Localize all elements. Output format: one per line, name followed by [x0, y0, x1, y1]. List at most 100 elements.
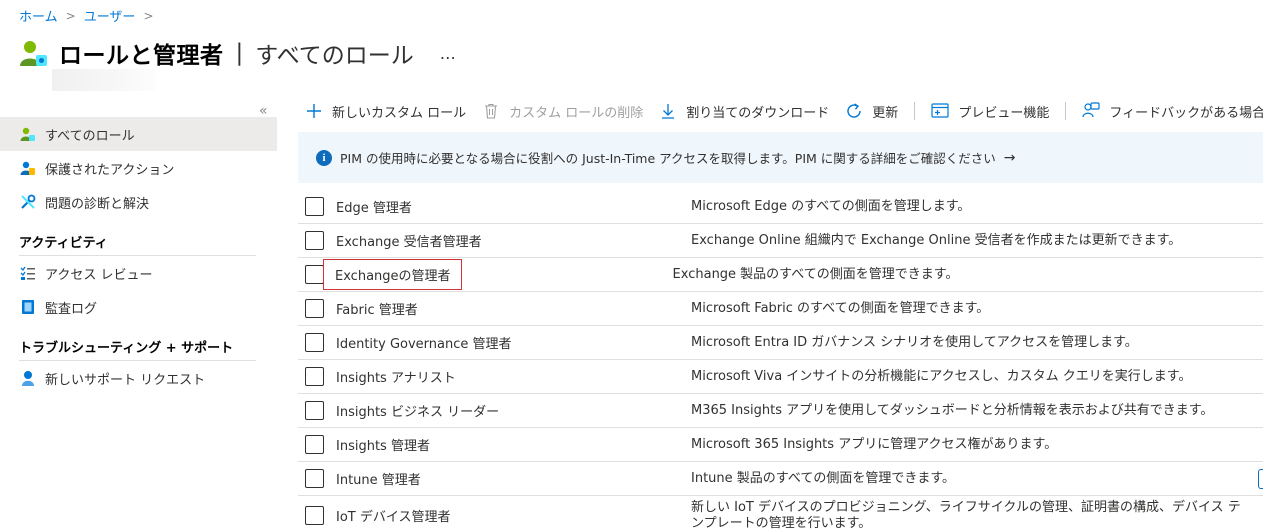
row-checkbox[interactable]	[305, 197, 324, 216]
download-icon	[659, 102, 677, 120]
role-name[interactable]: Intune 管理者	[336, 469, 691, 488]
breadcrumb-users[interactable]: ユーザー	[84, 6, 136, 25]
role-name[interactable]: Fabric 管理者	[336, 299, 691, 318]
download-assignments-button[interactable]: 割り当てのダウンロード	[659, 102, 829, 121]
command-bar: 新しいカスタム ロール カスタム ロールの削除 割り当てのダウンロード 更新 プ…	[305, 99, 1263, 123]
refresh-label: 更新	[872, 105, 899, 121]
table-row[interactable]: Insights ビジネス リーダー M365 Insights アプリを使用し…	[298, 394, 1263, 428]
roles-icon	[19, 125, 37, 143]
table-row[interactable]: IoT デバイス管理者 新しい IoT デバイスのプロビジョニング、ライフサイク…	[298, 496, 1263, 531]
sidebar-section-activity: アクティビティ	[19, 236, 108, 251]
role-name-highlighted[interactable]: Exchangeの管理者	[323, 259, 462, 290]
row-checkbox[interactable]	[305, 506, 324, 525]
sidebar-item-protected-actions[interactable]: 保護されたアクション	[0, 151, 277, 185]
table-row[interactable]: Exchangeの管理者 Exchange 製品のすべての側面を管理できます。	[298, 258, 1263, 292]
row-checkbox[interactable]	[305, 265, 324, 284]
row-checkbox[interactable]	[305, 469, 324, 488]
feedback-button[interactable]: フィードバックがある場合	[1082, 102, 1263, 121]
info-icon: i	[316, 149, 332, 166]
toolbar-divider	[914, 102, 916, 120]
row-checkbox[interactable]	[305, 401, 324, 420]
role-name[interactable]: Insights ビジネス リーダー	[336, 401, 691, 420]
protected-actions-icon	[19, 159, 37, 177]
trash-icon	[482, 102, 500, 120]
role-name[interactable]: Insights 管理者	[336, 435, 691, 454]
role-description: Microsoft Edge のすべての側面を管理します。	[691, 198, 971, 214]
table-row[interactable]: Insights アナリスト Microsoft Viva インサイトの分析機能…	[298, 360, 1263, 394]
breadcrumb: ホーム > ユーザー >	[19, 6, 162, 26]
role-description: Intune 製品のすべての側面を管理できます。	[691, 470, 956, 486]
preview-features-button[interactable]: プレビュー機能	[931, 102, 1049, 121]
sidebar-item-label: 監査ログ	[45, 301, 98, 317]
sidebar-item-label: 保護されたアクション	[45, 162, 175, 178]
support-icon	[19, 369, 37, 387]
chevron-right-icon: >	[143, 8, 154, 23]
delete-custom-role-label: カスタム ロールの削除	[509, 105, 644, 121]
breadcrumb-home[interactable]: ホーム	[19, 6, 58, 25]
refresh-button[interactable]: 更新	[845, 102, 898, 121]
page-header: ロールと管理者 | すべてのロール …	[19, 36, 457, 70]
sidebar-item-label: アクセス レビュー	[45, 267, 153, 283]
plus-icon	[305, 102, 323, 120]
pim-info-text: PIM の使用時に必要となる場合に役割への Just-In-Time アクセスを…	[340, 151, 996, 166]
access-review-icon	[19, 264, 37, 282]
role-name[interactable]: IoT デバイス管理者	[336, 506, 691, 525]
feedback-label: フィードバックがある場合	[1109, 105, 1263, 121]
role-description: Exchange Online 組織内で Exchange Online 受信者…	[691, 232, 1182, 248]
sidebar-item-access-review[interactable]: アクセス レビュー	[0, 256, 277, 290]
wrench-icon	[19, 193, 37, 211]
preview-features-icon	[931, 102, 949, 120]
tenant-name-redacted	[52, 69, 156, 91]
refresh-icon	[845, 102, 863, 120]
role-name[interactable]: Edge 管理者	[336, 197, 691, 216]
sidebar: すべてのロール 保護されたアクション 問題の診断と解決 アクティビティ アクセス…	[0, 117, 277, 395]
feedback-icon	[1082, 102, 1100, 120]
sidebar-item-label: 問題の診断と解決	[45, 196, 150, 212]
table-row[interactable]: Insights 管理者 Microsoft 365 Insights アプリに…	[298, 428, 1263, 462]
role-name[interactable]: Insights アナリスト	[336, 367, 691, 386]
row-checkbox[interactable]	[305, 333, 324, 352]
row-checkbox[interactable]	[305, 367, 324, 386]
role-name[interactable]: Exchange 受信者管理者	[336, 231, 691, 250]
table-row[interactable]: Fabric 管理者 Microsoft Fabric のすべての側面を管理でき…	[298, 292, 1263, 326]
arrow-right-icon[interactable]: →	[1004, 150, 1016, 166]
sidebar-item-diagnose[interactable]: 問題の診断と解決	[0, 185, 277, 219]
row-checkbox[interactable]	[305, 299, 324, 318]
users-roles-icon	[20, 41, 47, 66]
new-custom-role-label: 新しいカスタム ロール	[332, 105, 467, 121]
page-title: ロールと管理者	[59, 43, 224, 69]
sidebar-section-troubleshooting: トラブルシューティング + サポート	[19, 341, 234, 356]
toolbar-divider	[1065, 102, 1067, 120]
new-custom-role-button[interactable]: 新しいカスタム ロール	[305, 102, 466, 121]
role-description: Microsoft 365 Insights アプリに管理アクセス権があります。	[691, 436, 1058, 452]
role-description: M365 Insights アプリを使用してダッシュボードと分析情報を表示および…	[691, 402, 1214, 418]
preview-features-label: プレビュー機能	[958, 105, 1050, 121]
sidebar-item-audit-log[interactable]: 監査ログ	[0, 290, 277, 324]
title-separator: |	[235, 40, 244, 66]
sidebar-item-label: すべてのロール	[45, 128, 135, 144]
sidebar-item-label: 新しいサポート リクエスト	[45, 372, 206, 388]
side-panel-handle[interactable]	[1258, 469, 1263, 489]
download-assignments-label: 割り当てのダウンロード	[686, 105, 830, 121]
role-description: 新しい IoT デバイスのプロビジョニング、ライフサイクルの管理、証明書の構成、…	[691, 499, 1241, 531]
sidebar-item-all-roles[interactable]: すべてのロール	[0, 117, 277, 151]
chevron-right-icon: >	[65, 8, 76, 23]
delete-custom-role-button[interactable]: カスタム ロールの削除	[482, 102, 643, 121]
table-row[interactable]: Exchange 受信者管理者 Exchange Online 組織内で Exc…	[298, 224, 1263, 258]
sidebar-item-new-support-request[interactable]: 新しいサポート リクエスト	[0, 361, 277, 395]
table-row[interactable]: Intune 管理者 Intune 製品のすべての側面を管理できます。	[298, 462, 1263, 496]
pim-info-banner: i PIM の使用時に必要となる場合に役割への Just-In-Time アクセ…	[298, 132, 1263, 183]
role-description: Microsoft Fabric のすべての側面を管理できます。	[691, 300, 990, 316]
audit-log-icon	[19, 298, 37, 316]
row-checkbox[interactable]	[305, 231, 324, 250]
table-row[interactable]: Edge 管理者 Microsoft Edge のすべての側面を管理します。	[298, 190, 1263, 224]
row-checkbox[interactable]	[305, 435, 324, 454]
role-name[interactable]: Identity Governance 管理者	[336, 333, 691, 352]
table-row[interactable]: Identity Governance 管理者 Microsoft Entra …	[298, 326, 1263, 360]
more-options-button[interactable]: …	[440, 44, 457, 63]
role-description: Microsoft Entra ID ガバナンス シナリオを使用してアクセスを管…	[691, 334, 1138, 350]
role-description: Microsoft Viva インサイトの分析機能にアクセスし、カスタム クエリ…	[691, 368, 1192, 384]
page-subtitle: すべてのロール	[255, 43, 414, 69]
role-description: Exchange 製品のすべての側面を管理できます。	[672, 266, 959, 282]
roles-table: Edge 管理者 Microsoft Edge のすべての側面を管理します。 E…	[298, 190, 1263, 531]
